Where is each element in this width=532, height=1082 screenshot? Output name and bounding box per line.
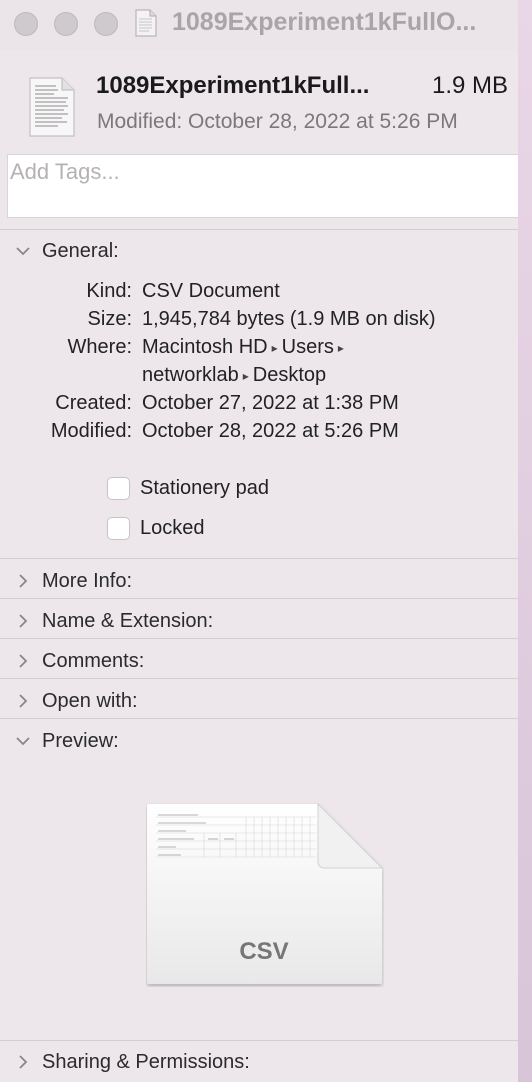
divider (0, 678, 518, 679)
info-value: October 28, 2022 at 5:26 PM (142, 420, 399, 442)
info-value-path[interactable]: Macintosh HD ▸ Users ▸ (142, 336, 348, 359)
tags-placeholder: Add Tags... (10, 159, 120, 184)
minimize-button[interactable] (54, 12, 78, 36)
path-separator-icon: ▸ (271, 341, 278, 355)
locked-checkbox[interactable] (107, 516, 130, 540)
info-key: Kind: (86, 280, 132, 302)
path-component: Users (281, 336, 334, 358)
file-size: 1.9 MB (432, 72, 509, 99)
preview-file-extension: CSV (239, 938, 289, 965)
divider (0, 718, 518, 719)
divider (0, 1040, 518, 1041)
chevron-down-icon (16, 247, 30, 256)
path-component: networklab (142, 364, 239, 386)
section-general-toggle[interactable]: General: (12, 236, 412, 266)
info-key: Created: (55, 392, 132, 414)
desktop-background (518, 0, 532, 1082)
title-bar: 1089Experiment1kFullO... (0, 0, 518, 50)
info-row-where: Where: Macintosh HD ▸ Users ▸ (0, 336, 518, 364)
path-separator-icon: ▸ (337, 341, 344, 355)
info-key: Where: (67, 336, 132, 358)
section-open-with-label: Open with: (42, 689, 138, 712)
section-name-extension-label: Name & Extension: (42, 609, 214, 632)
divider (0, 229, 518, 230)
locked-checkbox-row[interactable]: Locked (107, 514, 205, 542)
divider (0, 638, 518, 639)
divider (0, 598, 518, 599)
close-button[interactable] (14, 12, 38, 36)
file-name[interactable]: 1089Experiment1kFull... (96, 72, 369, 100)
document-icon (135, 9, 157, 37)
info-key: Size: (87, 308, 132, 330)
path-component: Macintosh HD (142, 336, 268, 358)
chevron-down-icon (16, 737, 30, 746)
info-value-path[interactable]: networklab ▸ Desktop (142, 364, 326, 387)
info-row-size: Size: 1,945,784 bytes (1.9 MB on disk) (0, 308, 518, 336)
section-sharing-permissions-label: Sharing & Permissions: (42, 1050, 250, 1073)
info-row-created: Created: October 27, 2022 at 1:38 PM (0, 392, 518, 420)
info-row-modified: Modified: October 28, 2022 at 5:26 PM (0, 420, 518, 448)
section-open-with-toggle[interactable]: Open with: (12, 686, 412, 716)
section-comments-toggle[interactable]: Comments: (12, 646, 412, 676)
chevron-right-icon (19, 574, 28, 588)
section-more-info-toggle[interactable]: More Info: (12, 566, 412, 596)
section-comments-label: Comments: (42, 649, 145, 672)
chevron-right-icon (19, 694, 28, 708)
stationery-pad-checkbox-row[interactable]: Stationery pad (107, 474, 269, 502)
get-info-window: 1089Experiment1kFullO... 1089Experiment1… (0, 0, 518, 1082)
stationery-pad-label: Stationery pad (140, 476, 269, 499)
file-modified-date: Modified: October 28, 2022 at 5:26 PM (97, 110, 458, 133)
locked-label: Locked (140, 516, 205, 539)
stationery-pad-checkbox[interactable] (107, 476, 130, 500)
chevron-right-icon (19, 1055, 28, 1069)
section-more-info-label: More Info: (42, 569, 133, 592)
path-separator-icon: ▸ (242, 369, 249, 383)
section-sharing-permissions-toggle[interactable]: Sharing & Permissions: (12, 1047, 412, 1077)
chevron-right-icon (19, 654, 28, 668)
info-value: 1,945,784 bytes (1.9 MB on disk) (142, 308, 436, 330)
section-preview-label: Preview: (42, 729, 119, 752)
info-key: Modified: (50, 420, 132, 442)
divider (0, 558, 518, 559)
chevron-right-icon (19, 614, 28, 628)
window-title: 1089Experiment1kFullO... (172, 8, 477, 36)
section-general-label: General: (42, 239, 119, 262)
document-icon (29, 77, 75, 137)
section-name-extension-toggle[interactable]: Name & Extension: (12, 606, 412, 636)
info-value: October 27, 2022 at 1:38 PM (142, 392, 399, 414)
tags-input[interactable]: Add Tags... (7, 154, 518, 218)
info-value: CSV Document (142, 280, 280, 302)
path-component: Desktop (252, 364, 327, 386)
section-preview-toggle[interactable]: Preview: (12, 726, 412, 756)
info-row-kind: Kind: CSV Document (0, 280, 518, 308)
info-row-where-cont: networklab ▸ Desktop (0, 364, 518, 392)
zoom-button[interactable] (94, 12, 118, 36)
